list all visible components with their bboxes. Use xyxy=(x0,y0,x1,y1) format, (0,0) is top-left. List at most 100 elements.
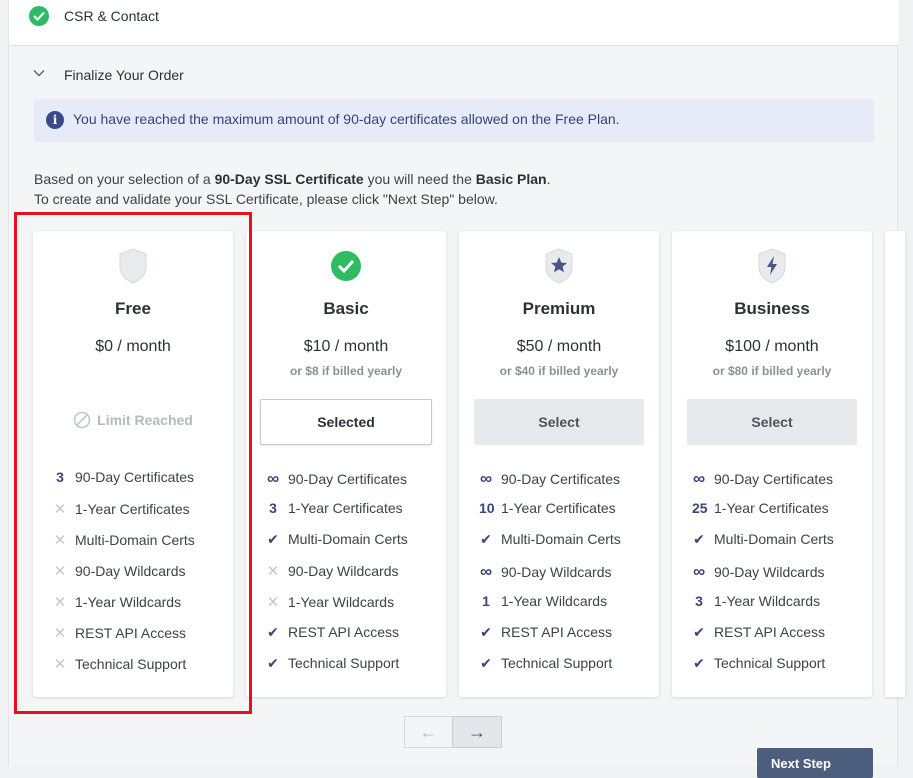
plan-name: Premium xyxy=(522,299,596,318)
check-icon: ✔ xyxy=(480,531,492,547)
feature-count: 3 xyxy=(695,593,703,609)
infinity-icon: ∞ xyxy=(692,562,706,581)
feature-list: ∞ 90-Day Certificates 25 1-Year Certificat… xyxy=(692,469,834,686)
plan-intro-text: Based on your selection of a 90-Day SSL … xyxy=(34,169,551,209)
step-title: Finalize Your Order xyxy=(64,67,184,83)
yearly-price: or $8 if billed yearly xyxy=(289,364,403,378)
infinity-icon: ∞ xyxy=(692,469,706,488)
feature-item: ✔ Technical Support xyxy=(479,655,621,686)
next-step-button[interactable]: Next Step xyxy=(757,748,873,778)
feature-label: REST API Access xyxy=(288,624,400,640)
intro-product: 90-Day SSL Certificate xyxy=(214,171,364,187)
feature-list: ∞ 90-Day Certificates 10 1-Year Certificat… xyxy=(479,469,621,686)
feature-item: ✕ 90-Day Wildcards xyxy=(266,562,408,593)
plan-name: Business xyxy=(734,299,810,318)
feature-count: 3 xyxy=(269,500,277,516)
check-icon: ✔ xyxy=(480,624,492,640)
selected-button[interactable]: Selected xyxy=(260,399,432,445)
intro-suffix: . xyxy=(546,171,551,187)
feature-label: 1-Year Certificates xyxy=(714,500,829,516)
intro-middle: you will need the xyxy=(363,171,476,187)
check-circle-icon xyxy=(331,251,361,281)
info-icon: i xyxy=(46,111,64,129)
feature-label: Technical Support xyxy=(501,655,613,671)
infinity-icon: ∞ xyxy=(266,469,280,488)
feature-list: ∞ 90-Day Certificates 3 1-Year Certificate… xyxy=(266,469,408,686)
feature-count: 25 xyxy=(692,500,708,516)
yearly-price: or $80 if billed yearly xyxy=(712,364,832,378)
feature-label: 1-Year Certificates xyxy=(501,500,616,516)
feature-label: Multi-Domain Certs xyxy=(501,531,621,547)
intro-line-2: To create and validate your SSL Certific… xyxy=(34,191,498,207)
feature-label: 90-Day Certificates xyxy=(714,471,834,487)
feature-item: ✔ Multi-Domain Certs xyxy=(266,531,408,562)
feature-label: 1-Year Certificates xyxy=(288,500,403,516)
yearly-price: or $40 if billed yearly xyxy=(499,364,619,378)
plan-price: $100 / month xyxy=(725,338,819,355)
feature-label: 1-Year Wildcards xyxy=(288,594,395,610)
feature-item: ∞ 90-Day Certificates xyxy=(266,469,408,500)
plan-price: $10 / month xyxy=(303,338,389,355)
plan-card-next-peek xyxy=(885,231,905,697)
feature-label: 90-Day Certificates xyxy=(288,471,408,487)
feature-item: ✔ Multi-Domain Certs xyxy=(692,531,834,562)
x-icon: ✕ xyxy=(266,563,280,580)
check-circle-icon xyxy=(29,6,49,26)
free-plan-highlight xyxy=(14,212,252,714)
feature-label: Multi-Domain Certs xyxy=(714,531,834,547)
select-button[interactable]: Select xyxy=(687,399,857,445)
feature-item: ✔ Multi-Domain Certs xyxy=(479,531,621,562)
feature-label: 1-Year Wildcards xyxy=(501,593,608,609)
feature-item: ✔ Technical Support xyxy=(266,655,408,686)
infinity-icon: ∞ xyxy=(479,469,493,488)
feature-item: 3 1-Year Certificates xyxy=(266,500,408,531)
feature-item: ✕ 1-Year Wildcards xyxy=(266,593,408,624)
feature-label: 1-Year Wildcards xyxy=(714,593,821,609)
feature-item: 10 1-Year Certificates xyxy=(479,500,621,531)
plan-card-business[interactable]: Business $100 / month or $80 if billed y… xyxy=(672,231,872,697)
step-csr-contact[interactable]: CSR & Contact xyxy=(9,0,899,46)
next-arrow-button[interactable]: → xyxy=(452,716,502,748)
feature-item: ∞ 90-Day Certificates xyxy=(479,469,621,500)
check-icon: ✔ xyxy=(693,655,705,671)
feature-item: 3 1-Year Wildcards xyxy=(692,593,834,624)
feature-item: ✔ REST API Access xyxy=(266,624,408,655)
check-icon: ✔ xyxy=(267,531,279,547)
feature-label: Multi-Domain Certs xyxy=(288,531,408,547)
feature-item: ✔ Technical Support xyxy=(692,655,834,686)
feature-item: 25 1-Year Certificates xyxy=(692,500,834,531)
feature-count: 10 xyxy=(479,500,495,516)
feature-label: Technical Support xyxy=(288,655,400,671)
star-shield-icon xyxy=(545,248,573,284)
feature-item: ✔ REST API Access xyxy=(692,624,834,655)
alert-message: You have reached the maximum amount of 9… xyxy=(73,111,620,127)
feature-item: ∞ 90-Day Certificates xyxy=(692,469,834,500)
plan-price: $50 / month xyxy=(516,338,602,355)
chevron-down-icon[interactable] xyxy=(33,69,45,77)
bolt-shield-icon xyxy=(758,248,786,284)
intro-plan: Basic Plan xyxy=(475,171,547,187)
prev-arrow-button[interactable]: ← xyxy=(404,716,453,748)
feature-label: 90-Day Wildcards xyxy=(714,564,825,580)
plan-card-basic[interactable]: Basic $10 / month or $8 if billed yearly… xyxy=(246,231,446,697)
check-icon: ✔ xyxy=(267,624,279,640)
plan-card-premium[interactable]: Premium $50 / month or $40 if billed yea… xyxy=(459,231,659,697)
feature-label: REST API Access xyxy=(714,624,826,640)
select-button[interactable]: Select xyxy=(474,399,644,445)
feature-label: 90-Day Wildcards xyxy=(501,564,612,580)
feature-item: 1 1-Year Wildcards xyxy=(479,593,621,624)
infinity-icon: ∞ xyxy=(479,562,493,581)
plan-limit-alert: i You have reached the maximum amount of… xyxy=(34,99,874,142)
intro-prefix: Based on your selection of a xyxy=(34,171,215,187)
feature-label: 90-Day Certificates xyxy=(501,471,621,487)
step-title: CSR & Contact xyxy=(64,8,159,24)
feature-label: REST API Access xyxy=(501,624,613,640)
check-icon: ✔ xyxy=(693,624,705,640)
feature-count: 1 xyxy=(482,593,490,609)
plan-pager: ← → xyxy=(404,716,502,748)
intro-line-1: Based on your selection of a 90-Day SSL … xyxy=(34,169,551,189)
feature-label: 90-Day Wildcards xyxy=(288,563,399,579)
x-icon: ✕ xyxy=(266,594,280,611)
check-icon: ✔ xyxy=(480,655,492,671)
check-icon: ✔ xyxy=(267,655,279,671)
